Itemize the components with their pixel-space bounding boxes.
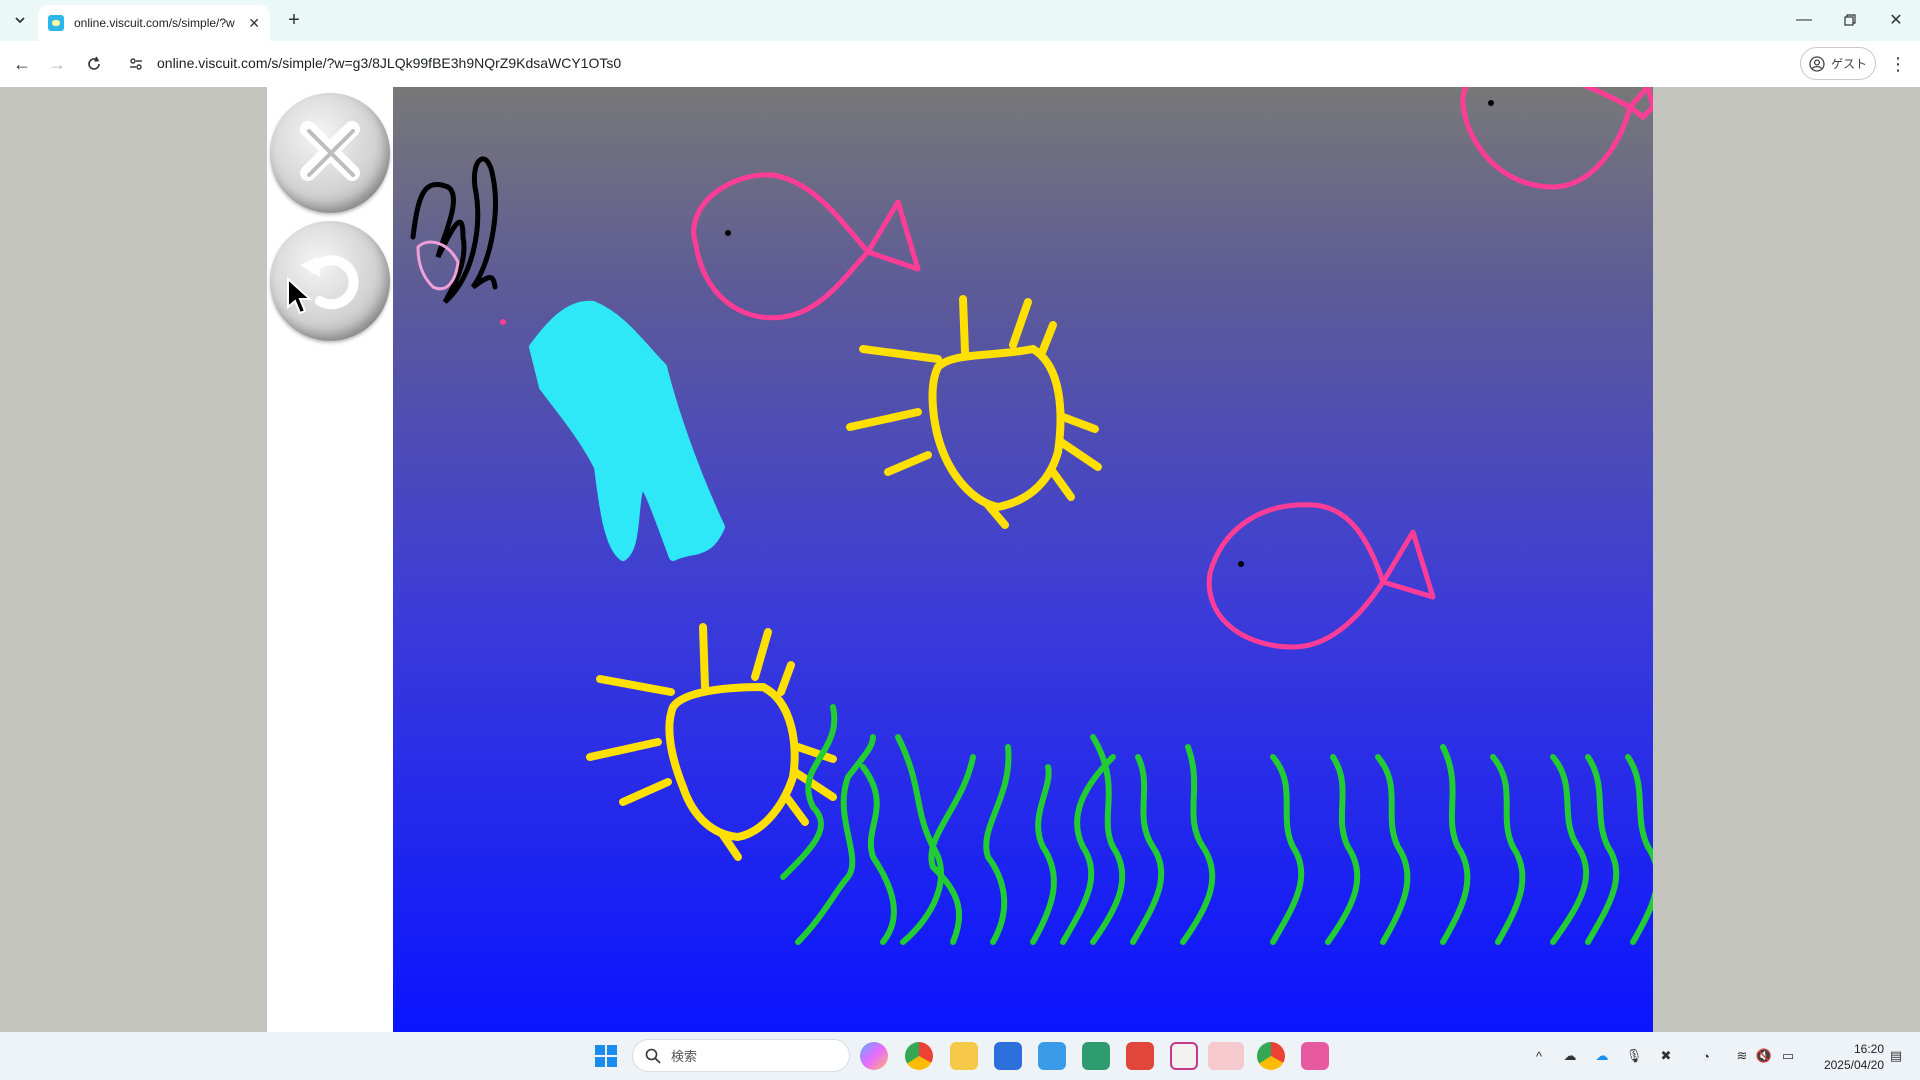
outlook-icon[interactable]	[1038, 1042, 1066, 1070]
cloud-icon[interactable]: ☁	[1562, 1048, 1578, 1064]
window-close-icon[interactable]: ✕	[1884, 8, 1908, 32]
green-seaweed-drawing	[780, 704, 1653, 945]
profile-icon	[1809, 55, 1825, 72]
cyan-jellyfish-drawing	[529, 300, 725, 561]
yellow-sun-drawing	[586, 623, 837, 861]
page-viewport	[0, 87, 1920, 1032]
copilot-icon[interactable]	[860, 1042, 888, 1070]
notification-icon[interactable]: ▤	[1888, 1048, 1904, 1064]
clock-date: 2025/04/20	[1823, 1058, 1884, 1072]
black-scribble-drawing	[410, 156, 506, 325]
tab-search-button[interactable]	[8, 8, 32, 32]
sync-icon[interactable]: ◔	[1698, 1048, 1714, 1064]
pink-fish-drawing	[1460, 87, 1653, 190]
mouse-cursor-icon	[287, 277, 313, 315]
back-icon[interactable]: ←	[10, 52, 34, 76]
tab-close-icon[interactable]: ✕	[248, 15, 260, 32]
close-button[interactable]	[270, 93, 390, 213]
browser-tab-bar: online.viscuit.com/s/simple/?w ✕ + — ✕	[0, 0, 1920, 41]
browser-toolbar: ← → online.viscuit.com/s/simple/?w=g3/8J…	[0, 41, 1920, 87]
windows-taskbar: 検索 ^ ☁ ☁ 🎙 ✖ ◔ ≋ 🔇 ▭ 16:20 2025/04/20 ▤	[0, 1032, 1920, 1080]
keyboard-app-icon[interactable]	[1126, 1042, 1154, 1070]
onedrive-icon[interactable]: ☁	[1594, 1048, 1610, 1064]
snipping-tool-icon[interactable]	[1301, 1042, 1329, 1070]
file-explorer-icon[interactable]	[950, 1042, 978, 1070]
yellow-sun-drawing	[846, 295, 1102, 529]
viscuit-stage[interactable]	[393, 87, 1653, 1032]
clock-time: 16:20	[1853, 1042, 1884, 1056]
profile-button[interactable]: ゲスト	[1800, 47, 1876, 80]
search-icon	[645, 1048, 661, 1064]
chrome-icon[interactable]	[1257, 1042, 1285, 1070]
address-bar[interactable]: online.viscuit.com/s/simple/?w=g3/8JLQk9…	[157, 55, 621, 71]
x-app-icon[interactable]: ✖	[1658, 1048, 1674, 1064]
wifi-icon[interactable]: ≋	[1734, 1048, 1750, 1064]
tab-title: online.viscuit.com/s/simple/?w	[74, 16, 235, 30]
pen-app-icon[interactable]	[1082, 1042, 1110, 1070]
taskbar-clock[interactable]: 16:20 2025/04/20	[1808, 1041, 1884, 1073]
forward-icon[interactable]: →	[45, 52, 69, 76]
chevron-down-icon	[15, 17, 25, 24]
new-tab-button[interactable]: +	[282, 8, 306, 32]
search-placeholder: 検索	[671, 1049, 698, 1064]
battery-icon[interactable]: ▭	[1780, 1048, 1796, 1064]
notepad-app-icon[interactable]	[1170, 1042, 1198, 1070]
taskbar-search-box[interactable]: 検索	[632, 1039, 850, 1072]
viscuit-favicon-icon	[48, 15, 64, 31]
profile-label: ゲスト	[1830, 57, 1867, 71]
volume-muted-icon[interactable]: 🔇	[1756, 1048, 1772, 1064]
microphone-icon[interactable]: 🎙	[1626, 1048, 1643, 1064]
pink-fish-drawing	[1206, 502, 1436, 650]
chrome-beta-icon[interactable]	[905, 1042, 933, 1070]
windows-start-icon[interactable]	[592, 1042, 620, 1070]
pink-fish-drawing	[691, 172, 921, 321]
close-icon	[300, 121, 360, 181]
reload-icon[interactable]	[82, 52, 106, 76]
menu-icon[interactable]: ⋮	[1886, 52, 1910, 76]
site-info-icon[interactable]	[124, 52, 148, 76]
browser-tab-active[interactable]: online.viscuit.com/s/simple/?w ✕	[38, 5, 270, 41]
chevron-up-icon[interactable]: ^	[1531, 1048, 1547, 1064]
viscuit-app-icon[interactable]	[1208, 1042, 1244, 1070]
minimize-icon[interactable]: —	[1792, 8, 1816, 32]
microsoft-store-icon[interactable]	[994, 1042, 1022, 1070]
restore-icon[interactable]	[1838, 8, 1862, 32]
